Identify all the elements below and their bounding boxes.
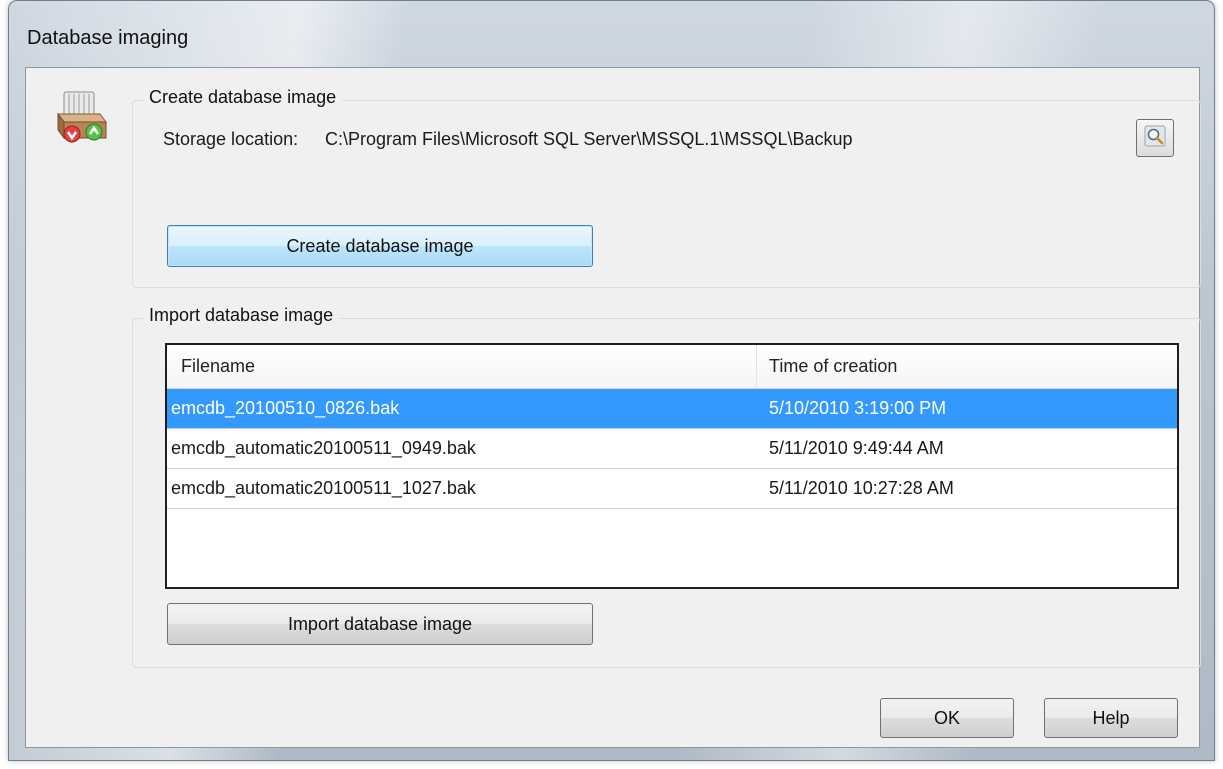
row-time: 5/10/2010 3:19:00 PM	[769, 398, 947, 418]
browse-button[interactable]	[1136, 119, 1174, 157]
dialog-window: Database imaging Create database image S…	[8, 0, 1215, 761]
create-group-legend: Create database image	[143, 87, 343, 108]
storage-location-path: C:\Program Files\Microsoft SQL Server\MS…	[325, 129, 853, 149]
row-filename: emcdb_automatic20100511_0949.bak	[171, 438, 476, 458]
row-filename: emcdb_20100510_0826.bak	[171, 398, 400, 418]
list-header: Filename Time of creation	[167, 345, 1177, 389]
column-header-filename[interactable]: Filename	[167, 345, 757, 388]
row-time: 5/11/2010 9:49:44 AM	[769, 438, 944, 458]
database-image-icon	[54, 88, 114, 148]
storage-location-label: Storage location:	[163, 129, 299, 149]
import-database-image-button[interactable]: Import database image	[167, 603, 593, 645]
create-image-group: Create database image Storage location: …	[132, 87, 1201, 288]
ok-button[interactable]: OK	[880, 698, 1014, 738]
backup-file-list[interactable]: Filename Time of creation emcdb_20100510…	[165, 343, 1179, 589]
row-time: 5/11/2010 10:27:28 AM	[769, 478, 954, 498]
row-filename: emcdb_automatic20100511_1027.bak	[171, 478, 476, 498]
help-button[interactable]: Help	[1044, 698, 1178, 738]
window-title: Database imaging	[27, 27, 189, 49]
table-row[interactable]: emcdb_automatic20100511_1027.bak 5/11/20…	[167, 469, 1177, 509]
import-group-legend: Import database image	[143, 305, 340, 326]
dialog-client-area: Create database image Storage location: …	[25, 67, 1201, 748]
column-header-time[interactable]: Time of creation	[757, 345, 1177, 388]
create-database-image-button[interactable]: Create database image	[167, 225, 593, 267]
magnifier-icon	[1143, 124, 1167, 153]
import-image-group: Import database image Filename Time of c…	[132, 305, 1201, 668]
table-row[interactable]: emcdb_automatic20100511_0949.bak 5/11/20…	[167, 429, 1177, 469]
table-row[interactable]: emcdb_20100510_0826.bak 5/10/2010 3:19:0…	[167, 389, 1177, 429]
